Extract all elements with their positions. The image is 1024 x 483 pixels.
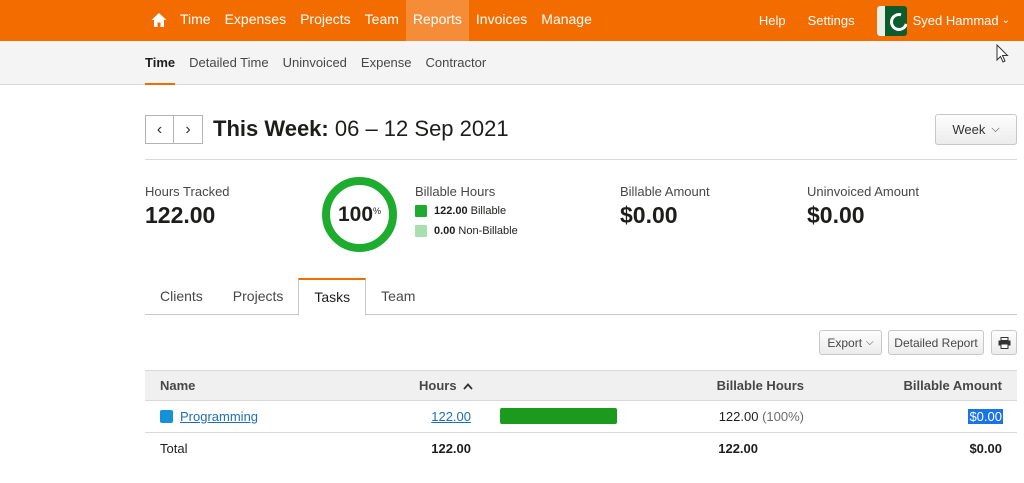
nav-reports[interactable]: Reports: [405, 0, 469, 41]
task-hours-link[interactable]: 122.00: [431, 401, 471, 432]
legend-billable: 122.00 Billable: [415, 205, 506, 217]
detailed-report-button[interactable]: Detailed Report: [888, 330, 984, 355]
subnav-expense[interactable]: Expense: [361, 41, 412, 85]
next-period-button[interactable]: ›: [174, 115, 203, 144]
nav-projects[interactable]: Projects: [293, 0, 358, 41]
uninvoiced-amount-value: $0.00: [807, 202, 865, 228]
chevron-right-icon: ›: [185, 120, 191, 138]
nav-team[interactable]: Team: [358, 0, 406, 41]
print-button[interactable]: [991, 330, 1017, 355]
mouse-cursor-icon: [996, 44, 1009, 63]
avatar[interactable]: [876, 5, 907, 36]
total-hours: 122.00: [431, 441, 471, 456]
previous-period-button[interactable]: ‹: [145, 115, 174, 144]
task-name-link[interactable]: Programming: [180, 401, 258, 432]
task-billable-amount-value: $0.00: [968, 409, 1003, 424]
page-title: This Week: 06 – 12 Sep 2021: [213, 116, 509, 142]
subnav-detailed-time[interactable]: Detailed Time: [189, 41, 268, 85]
home-icon[interactable]: [150, 11, 168, 29]
legend-non-billable: 0.00 Non-Billable: [415, 225, 518, 237]
tab-tasks[interactable]: Tasks: [298, 278, 367, 316]
chevron-down-icon: ⌵: [991, 123, 1000, 135]
uninvoiced-amount-label: Uninvoiced Amount: [807, 184, 920, 199]
period-range: 06 – 12 Sep 2021: [334, 116, 509, 141]
nav-manage[interactable]: Manage: [534, 0, 599, 41]
task-color-swatch: [160, 410, 173, 423]
billable-amount-label: Billable Amount: [620, 184, 710, 199]
subnav-contractor[interactable]: Contractor: [426, 41, 487, 85]
nav-invoices[interactable]: Invoices: [469, 0, 534, 41]
task-billable-hours: 122.00 (100%): [719, 401, 804, 432]
column-billable-hours-header[interactable]: Billable Hours: [717, 371, 804, 401]
top-navigation-bar: Time Expenses Projects Team Reports Invo…: [0, 0, 1024, 41]
total-label: Total: [160, 441, 188, 456]
range-select-label: Week: [952, 122, 986, 137]
hours-header-label: Hours: [419, 378, 457, 393]
nav-time[interactable]: Time: [173, 0, 218, 41]
settings-link[interactable]: Settings: [808, 13, 855, 28]
billable-hours-value: 122.00: [434, 205, 468, 217]
subnav-time[interactable]: Time: [145, 41, 176, 85]
period-label: This Week:: [213, 116, 329, 141]
user-menu-name[interactable]: Syed Hammad: [913, 13, 999, 28]
tab-team[interactable]: Team: [366, 278, 430, 315]
detailed-report-label: Detailed Report: [894, 335, 978, 350]
hours-bar: [500, 408, 617, 424]
reports-subnav: Time Detailed Time Uninvoiced Expense Co…: [0, 41, 1024, 85]
total-billable-hours: 122.00: [718, 441, 758, 456]
export-button[interactable]: Export ⌵: [819, 330, 882, 355]
hours-tracked-value: 122.00: [145, 202, 216, 228]
report-tabs: Clients Projects Tasks Team: [145, 278, 1017, 316]
billable-percent-value: 100: [337, 202, 374, 226]
export-label: Export: [827, 335, 863, 350]
subnav-uninvoiced[interactable]: Uninvoiced: [283, 41, 347, 85]
chevron-left-icon: ‹: [156, 120, 163, 138]
period-pager: ‹ ›: [145, 115, 203, 144]
table-header: Name Hours Billable Hours Billable Amoun…: [145, 370, 1017, 401]
billable-swatch: [415, 205, 427, 217]
task-billable-hours-value: 122.00: [718, 409, 759, 424]
non-billable-swatch: [415, 225, 427, 237]
chevron-down-icon[interactable]: ⌄: [1002, 15, 1010, 26]
range-select-button[interactable]: Week ⌵: [935, 114, 1017, 145]
column-name-header[interactable]: Name: [160, 371, 195, 401]
table-total-row: Total 122.00 122.00 $0.00: [145, 433, 1017, 465]
non-billable-hours-value: 0.00: [434, 225, 456, 237]
percent-symbol: %: [373, 205, 382, 216]
tab-clients[interactable]: Clients: [145, 278, 218, 315]
sort-ascending-icon: [463, 383, 473, 390]
nav-right-group: Help Settings Syed Hammad ⌄: [759, 0, 1024, 41]
billable-hours-label: Billable Hours: [415, 184, 496, 199]
main-nav: Time Expenses Projects Team Reports Invo…: [173, 0, 599, 41]
billable-text: Billable: [470, 205, 507, 217]
tab-projects[interactable]: Projects: [218, 278, 299, 315]
chevron-down-icon: ⌵: [866, 337, 874, 348]
non-billable-text: Non-Billable: [458, 225, 518, 237]
help-link[interactable]: Help: [759, 13, 786, 28]
billable-percent: 100%: [322, 177, 397, 252]
nav-expenses[interactable]: Expenses: [218, 0, 293, 41]
print-icon: [998, 336, 1010, 349]
billable-amount-value: $0.00: [620, 202, 678, 228]
task-billable-percent: (100%): [762, 409, 804, 424]
divider: [145, 159, 1017, 160]
total-billable-amount: $0.00: [969, 441, 1002, 456]
task-billable-amount: $0.00: [968, 401, 1003, 432]
hours-tracked-label: Hours Tracked: [145, 184, 230, 199]
column-hours-header[interactable]: Hours: [419, 371, 473, 401]
table-row: Programming 122.00 122.00 (100%) $0.00: [145, 401, 1017, 433]
column-billable-amount-header[interactable]: Billable Amount: [904, 371, 1002, 401]
